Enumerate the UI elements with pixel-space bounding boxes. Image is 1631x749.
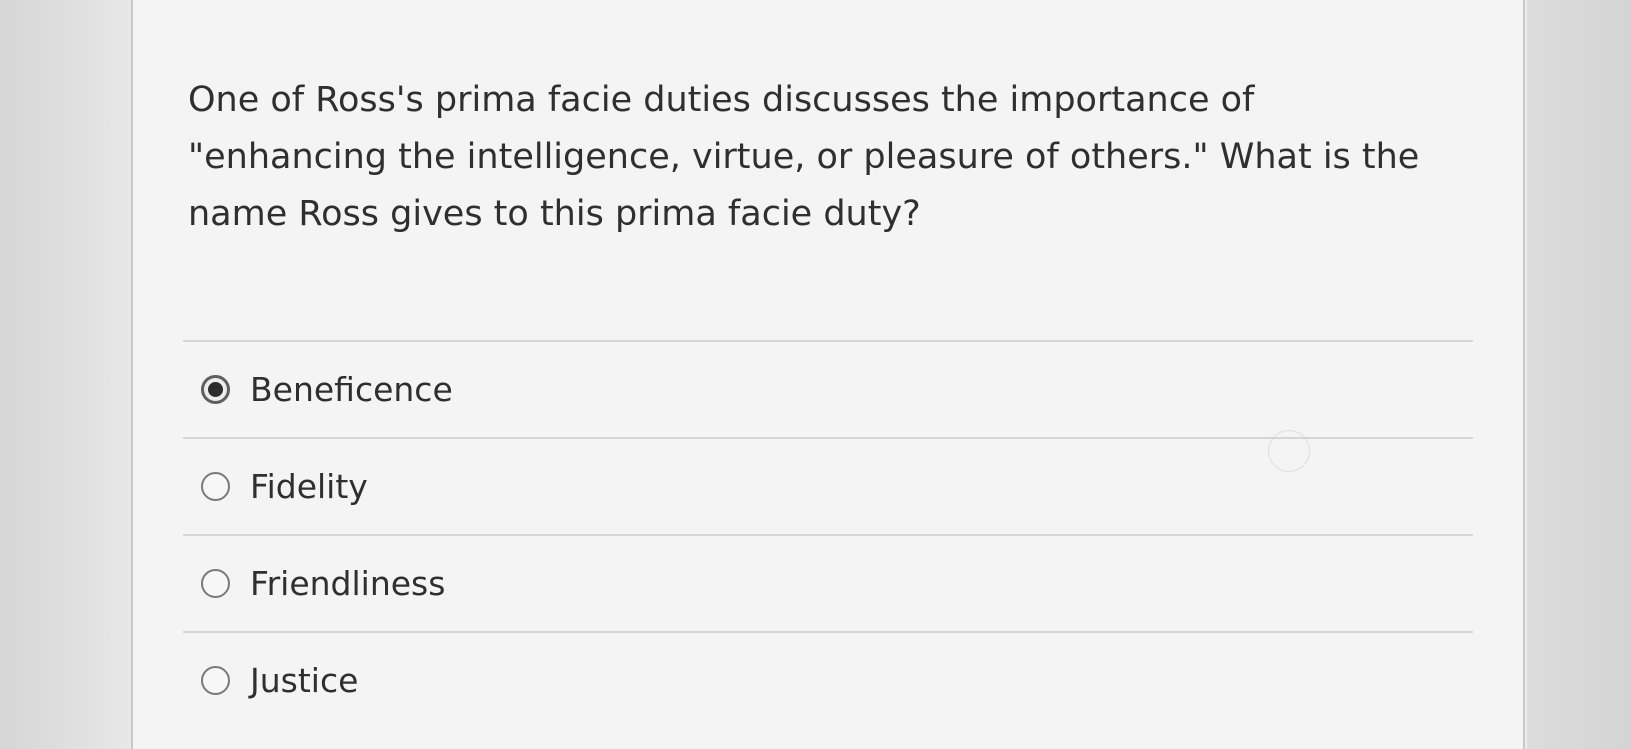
screen-glare [1268, 430, 1310, 472]
radio-unselected-icon[interactable] [201, 569, 230, 598]
radio-selected-icon[interactable] [201, 375, 230, 404]
right-margin [1527, 0, 1631, 749]
radio-unselected-icon[interactable] [201, 666, 230, 695]
radio-dot-icon [208, 382, 223, 397]
radio-unselected-icon[interactable] [201, 472, 230, 501]
quiz-question-panel: One of Ross's prima facie duties discuss… [131, 0, 1525, 749]
option-label-beneficence: Beneficence [250, 370, 453, 409]
option-justice[interactable]: Justice [183, 631, 1473, 728]
left-margin [0, 0, 132, 749]
option-beneficence[interactable]: Beneficence [183, 340, 1473, 437]
option-label-justice: Justice [250, 661, 359, 700]
option-label-friendliness: Friendliness [250, 564, 446, 603]
answer-options: Beneficence Fidelity Friendliness Justic… [183, 340, 1473, 728]
question-text: One of Ross's prima facie duties discuss… [188, 80, 1420, 234]
option-friendliness[interactable]: Friendliness [183, 534, 1473, 631]
screen: One of Ross's prima facie duties discuss… [0, 0, 1631, 749]
option-label-fidelity: Fidelity [250, 467, 368, 506]
